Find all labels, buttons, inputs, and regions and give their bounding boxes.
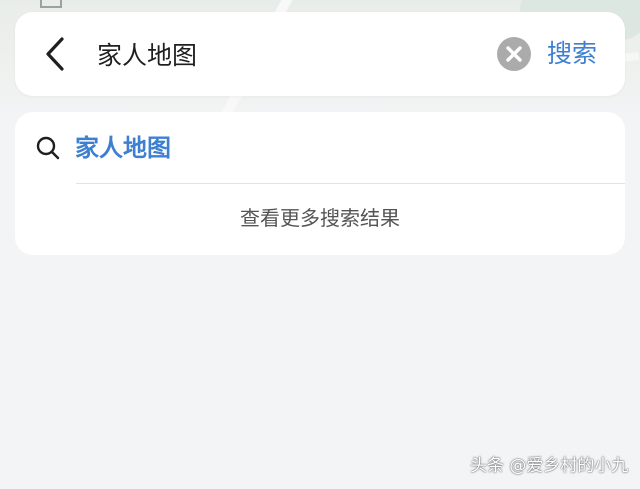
- map-marker: [40, 0, 62, 8]
- clear-button[interactable]: [497, 37, 531, 71]
- search-input[interactable]: [97, 34, 477, 74]
- back-button[interactable]: [37, 34, 77, 74]
- more-results-link[interactable]: 查看更多搜索结果: [15, 198, 625, 238]
- watermark: 头条 @爱乡村的小九: [470, 456, 629, 476]
- search-icon: [35, 135, 61, 161]
- search-bar: 搜索: [15, 12, 625, 96]
- chevron-left-icon: [46, 37, 64, 71]
- suggestion-item[interactable]: 家人地图: [15, 112, 625, 184]
- close-circle-icon: [506, 46, 522, 62]
- search-button[interactable]: 搜索: [547, 34, 611, 74]
- divider: [76, 183, 625, 184]
- suggestion-text: 家人地图: [75, 134, 171, 162]
- suggestion-list: 家人地图 查看更多搜索结果: [15, 112, 625, 255]
